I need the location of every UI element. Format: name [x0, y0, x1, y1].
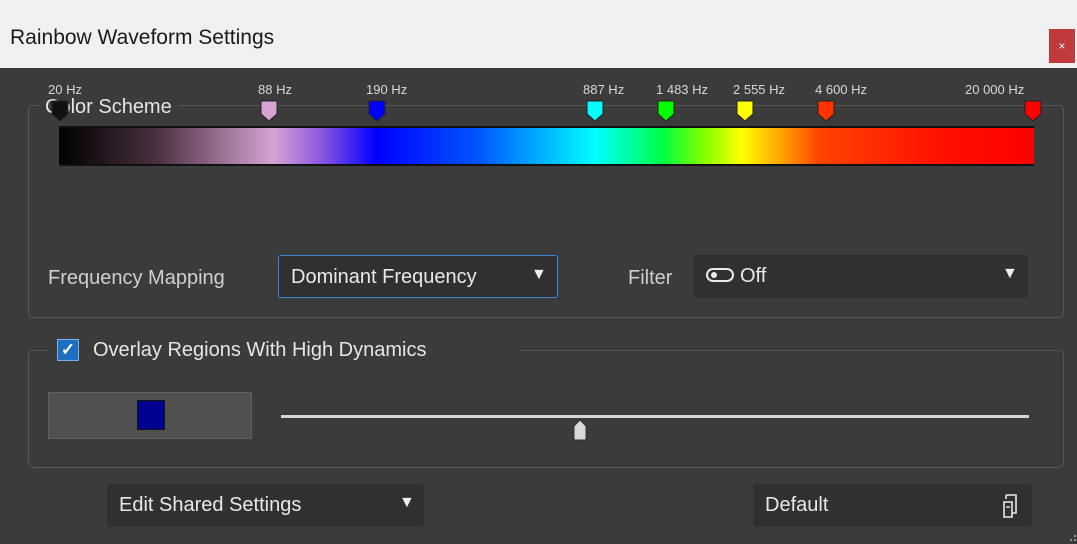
title-bar: Rainbow Waveform Settings ×: [0, 0, 1077, 68]
resize-grip-icon[interactable]: [1065, 532, 1077, 544]
freq-marker-1483[interactable]: [657, 100, 675, 122]
freq-label-20: 20 Hz: [48, 82, 82, 97]
preset-value: Default: [765, 494, 829, 516]
overlay-checkbox-label[interactable]: Overlay Regions With High Dynamics: [93, 339, 426, 362]
frequency-mapping-label: Frequency Mapping: [48, 267, 225, 289]
freq-label-1483: 1 483 Hz: [656, 82, 709, 97]
freq-marker-20[interactable]: [51, 100, 69, 122]
color-swatch: [137, 400, 165, 430]
chevron-down-icon: ▼: [399, 494, 415, 511]
freq-marker-2555[interactable]: [736, 100, 754, 122]
preset-field[interactable]: Default: [753, 484, 1032, 527]
filter-dropdown[interactable]: Off ▼: [694, 255, 1028, 298]
freq-label-4600: 4 600 Hz: [815, 82, 868, 97]
chevron-down-icon: ▼: [531, 266, 547, 283]
dynamics-slider-track[interactable]: [281, 415, 1029, 418]
filter-value: Off: [740, 265, 767, 287]
dynamics-slider-thumb[interactable]: [573, 419, 587, 441]
edit-shared-settings-dropdown[interactable]: Edit Shared Settings ▼: [107, 484, 424, 527]
freq-label-2555: 2 555 Hz: [733, 82, 786, 97]
freq-label-190: 190 Hz: [366, 82, 408, 97]
freq-label-88: 88 Hz: [258, 82, 292, 97]
freq-marker-4600[interactable]: [817, 100, 835, 122]
rainbow-gradient-bar[interactable]: [59, 126, 1034, 166]
window-title: Rainbow Waveform Settings: [10, 26, 275, 49]
freq-label-887: 887 Hz: [583, 82, 625, 97]
frequency-mapping-dropdown[interactable]: Dominant Frequency ▼: [278, 255, 558, 298]
frequency-mapping-value: Dominant Frequency: [291, 266, 477, 288]
chevron-down-icon: ▼: [1002, 265, 1018, 282]
preset-menu-icon[interactable]: [1001, 494, 1019, 518]
overlay-checkbox[interactable]: ✓: [57, 339, 79, 361]
freq-label-20000: 20 000 Hz: [965, 82, 1025, 97]
close-icon: ×: [1058, 39, 1066, 53]
toggle-icon: [706, 268, 734, 282]
filter-label: Filter: [628, 267, 673, 289]
freq-marker-887[interactable]: [586, 100, 604, 122]
freq-marker-88[interactable]: [260, 100, 278, 122]
overlay-color-button[interactable]: [48, 392, 252, 439]
freq-marker-190[interactable]: [368, 100, 386, 122]
freq-marker-20000[interactable]: [1024, 100, 1042, 122]
shared-settings-label: Edit Shared Settings: [119, 494, 302, 516]
close-button[interactable]: ×: [1049, 29, 1075, 63]
